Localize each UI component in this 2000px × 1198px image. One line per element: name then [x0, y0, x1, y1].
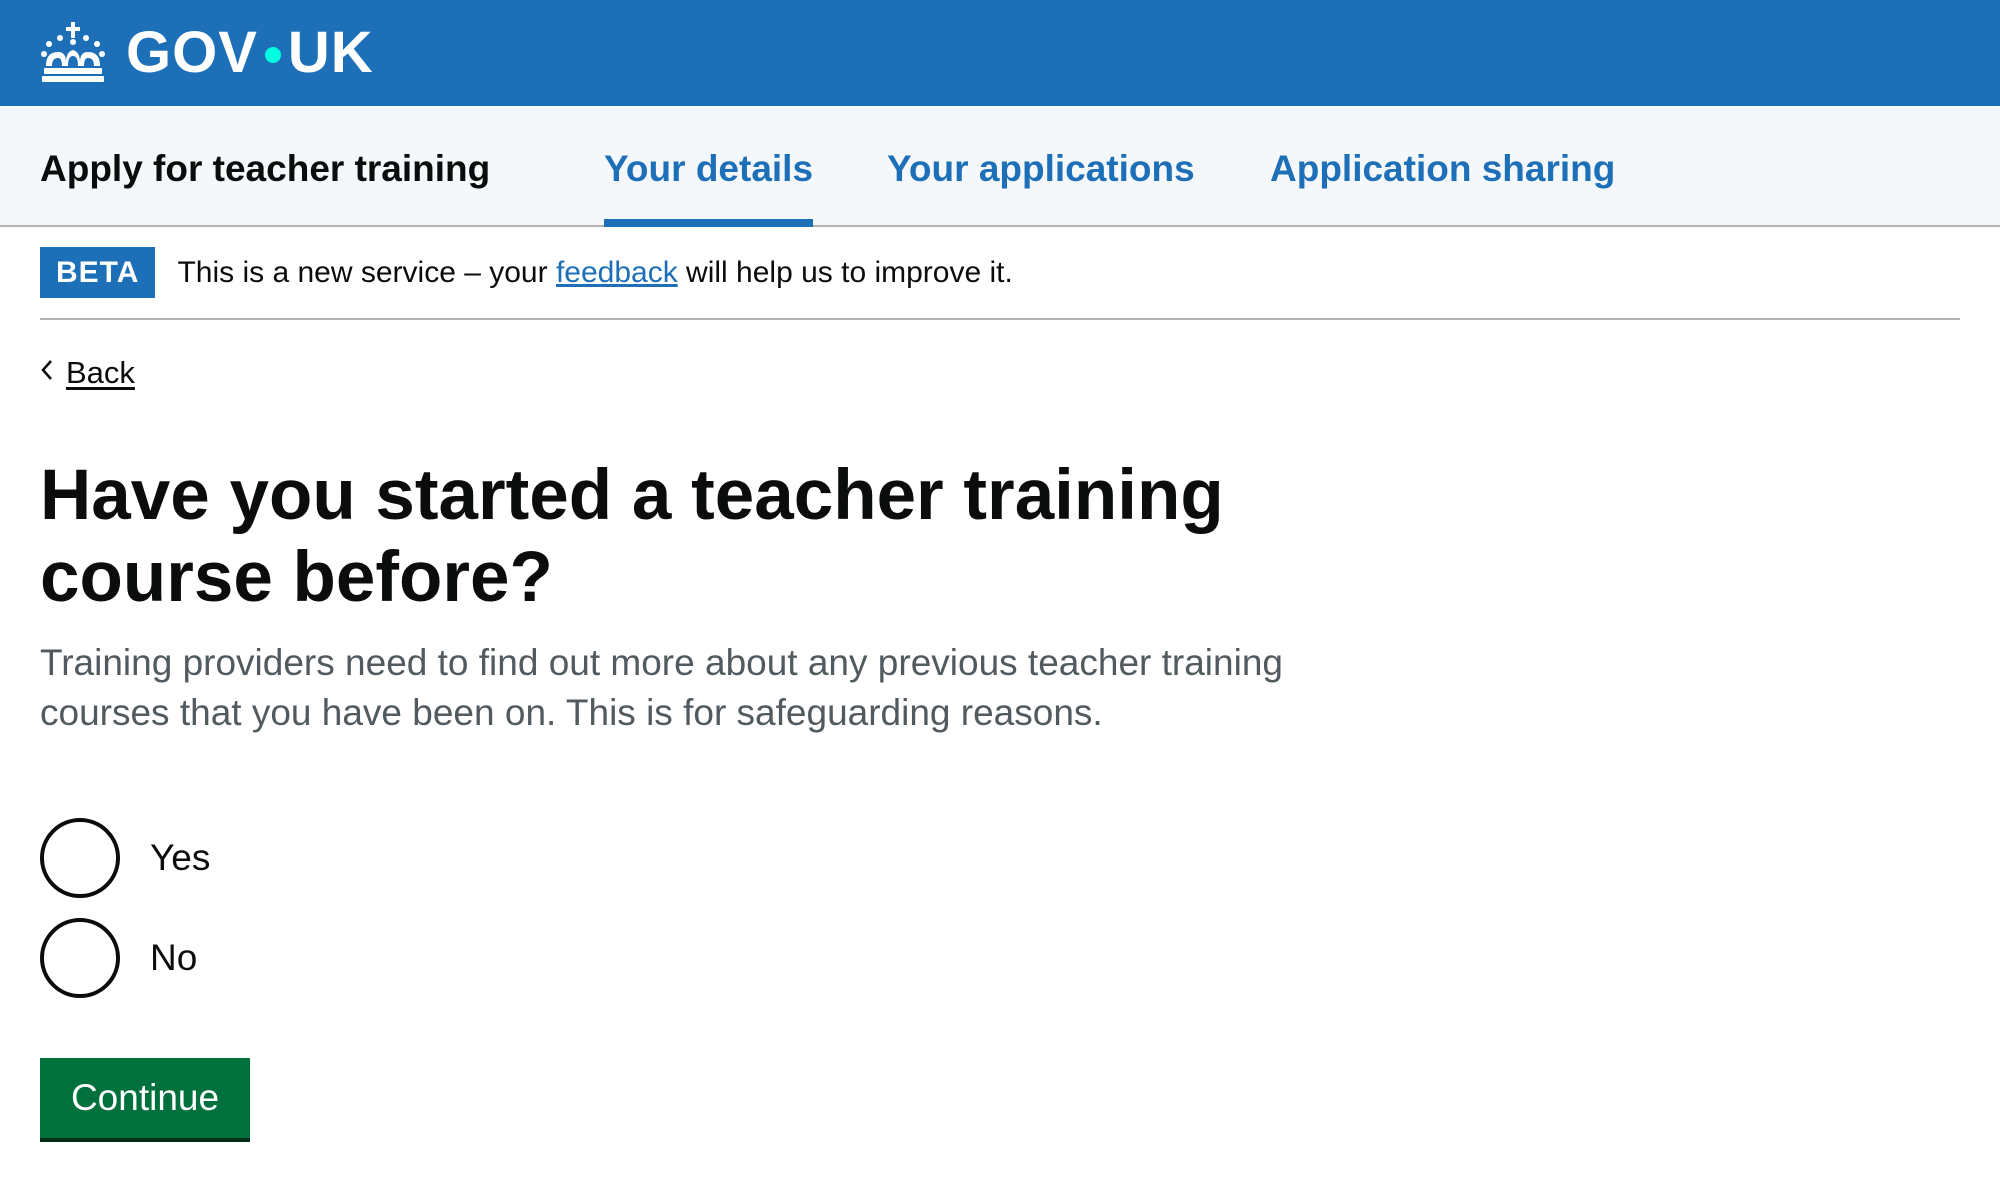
phase-text-after: will help us to improve it. [677, 256, 1013, 289]
back-link[interactable]: Back [40, 355, 135, 391]
back-link-label: Back [66, 355, 135, 390]
service-name: Apply for teacher training [40, 148, 491, 189]
chevron-left-icon [41, 360, 52, 380]
govuk-header: GOV UK [0, 0, 2000, 106]
phase-text-before: This is a new service – your [177, 256, 556, 289]
radio-option-no[interactable]: No [40, 918, 197, 998]
radio-label-no[interactable]: No [150, 937, 197, 979]
nav-application-sharing[interactable]: Application sharing [1270, 106, 1615, 227]
radio-option-yes[interactable]: Yes [40, 818, 210, 898]
nav-your-applications[interactable]: Your applications [887, 106, 1195, 227]
feedback-link[interactable]: feedback [556, 256, 678, 289]
phase-banner-text: This is a new service – your feedback wi… [177, 256, 1012, 290]
govuk-logo-link[interactable]: GOV UK [40, 18, 374, 88]
radio-label-yes[interactable]: Yes [150, 837, 210, 879]
crown-icon [41, 22, 105, 82]
wordmark-dot [264, 47, 281, 63]
question-hint: Training providers need to find out more… [40, 642, 1283, 733]
radio-button-yes[interactable] [40, 818, 120, 898]
page-title: Have you started a teacher training cour… [40, 456, 1224, 617]
wordmark-uk: UK [287, 20, 374, 85]
beta-tag: BETA [40, 246, 156, 298]
phase-banner: BETA This is a new service – your feedba… [40, 228, 1960, 320]
wordmark-gov: GOV [126, 20, 258, 85]
service-navigation: Apply for teacher training Your details … [0, 106, 2000, 227]
radio-button-no[interactable] [40, 918, 120, 998]
nav-your-details[interactable]: Your details [604, 106, 814, 227]
continue-button[interactable]: Continue [40, 1058, 250, 1138]
govuk-wordmark: GOV UK [126, 18, 374, 88]
